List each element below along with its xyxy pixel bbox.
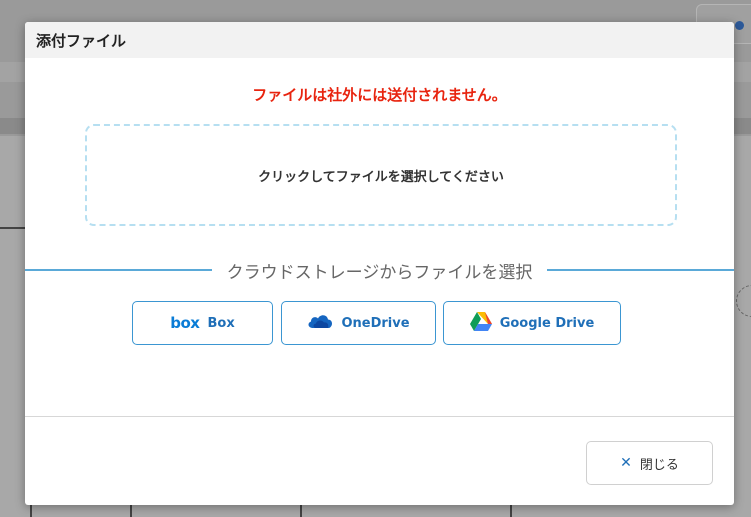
box-button[interactable]: box Box xyxy=(132,301,273,345)
attachment-modal: 添付ファイル ファイルは社外には送付されません。 クリックしてファイルを選択して… xyxy=(25,22,734,505)
cloud-storage-label: クラウドストレージからファイルを選択 xyxy=(226,262,533,283)
google-drive-button-label: Google Drive xyxy=(499,315,595,331)
google-drive-icon xyxy=(469,311,492,335)
close-icon: ✕ xyxy=(620,455,632,471)
box-button-label: Box xyxy=(207,315,235,331)
external-send-warning: ファイルは社外には送付されません。 xyxy=(252,86,507,104)
modal-title: 添付ファイル xyxy=(36,31,127,50)
footer-separator xyxy=(25,416,734,417)
google-drive-button[interactable]: Google Drive xyxy=(443,301,621,345)
dropzone-label: クリックしてファイルを選択してください xyxy=(258,169,504,185)
onedrive-button[interactable]: OneDrive xyxy=(281,301,436,345)
cloud-storage-divider: クラウドストレージからファイルを選択 xyxy=(25,259,734,283)
box-logo-icon: box xyxy=(170,314,200,332)
close-button[interactable]: ✕ 閉じる xyxy=(586,441,713,485)
file-dropzone[interactable]: クリックしてファイルを選択してください xyxy=(85,124,677,226)
background-top-icon xyxy=(735,21,744,30)
modal-header: 添付ファイル xyxy=(25,22,734,58)
onedrive-button-label: OneDrive xyxy=(341,315,410,331)
close-button-label: 閉じる xyxy=(639,457,679,473)
divider-rule-left xyxy=(25,269,212,271)
onedrive-cloud-icon xyxy=(307,313,333,333)
divider-rule-right xyxy=(547,269,734,271)
